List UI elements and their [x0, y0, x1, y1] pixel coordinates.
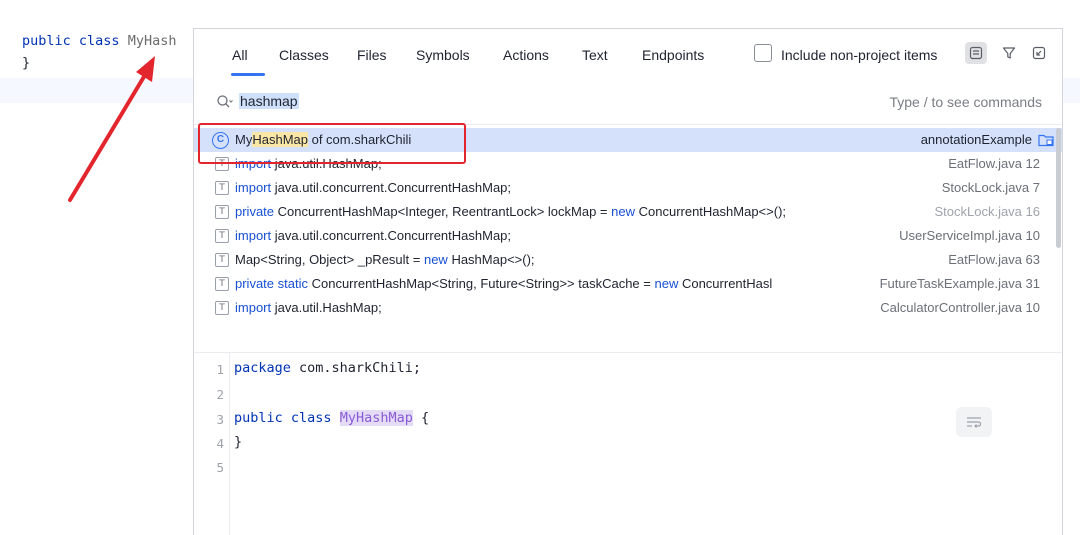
result-location: annotationExample	[920, 132, 1032, 147]
tab-text[interactable]: Text	[582, 47, 608, 63]
result-keyword: new	[611, 204, 635, 219]
result-code: java.util.concurrent.ConcurrentHashMap;	[271, 180, 512, 195]
result-row[interactable]: T import java.util.concurrent.Concurrent…	[194, 224, 1062, 248]
text-result-icon: T	[215, 277, 229, 291]
text-result-icon: T	[215, 301, 229, 315]
line-number: 4	[216, 436, 224, 451]
line-number: 5	[216, 460, 224, 475]
tab-actions[interactable]: Actions	[503, 47, 549, 63]
result-row[interactable]: T private static ConcurrentHashMap<Strin…	[194, 272, 1062, 296]
result-code: ConcurrentHashMap<Integer, ReentrantLock…	[274, 204, 612, 219]
result-text: private static ConcurrentHashMap<String,…	[235, 276, 857, 291]
result-location: FutureTaskExample.java 31	[879, 276, 1040, 291]
result-location: EatFlow.java 12	[948, 156, 1040, 171]
include-non-project-checkbox[interactable]	[754, 44, 772, 62]
search-bar: hashmap Type / to see commands	[194, 79, 1062, 125]
result-keyword: new	[423, 252, 448, 267]
editor-line-2[interactable]: }	[22, 55, 30, 71]
result-code: java.util.concurrent.ConcurrentHashMap;	[271, 228, 512, 243]
line-number-gutter: 1 2 3 4 5	[194, 353, 230, 535]
result-location: CalculatorController.java 10	[880, 300, 1040, 315]
result-location: UserServiceImpl.java 10	[899, 228, 1040, 243]
text-result-icon: T	[215, 253, 229, 267]
result-code: Map<String, Object> _pResult =	[235, 252, 424, 267]
text-result-icon: T	[215, 229, 229, 243]
result-text: import java.util.HashMap;	[235, 300, 855, 315]
search-input[interactable]: hashmap	[239, 93, 299, 109]
folder-icon	[1038, 133, 1054, 150]
tab-all[interactable]: All	[232, 47, 248, 63]
result-keyword: import	[235, 228, 272, 243]
result-row[interactable]: T private ConcurrentHashMap<Integer, Ree…	[194, 200, 1062, 224]
result-keyword: private	[235, 204, 275, 219]
collapse-icon[interactable]	[1028, 42, 1050, 64]
tab-symbols[interactable]: Symbols	[416, 47, 470, 63]
result-code: java.util.HashMap;	[271, 300, 382, 315]
code-preview: 1 2 3 4 5 package com.sharkChili; public…	[194, 352, 1062, 535]
preview-line-4[interactable]: }	[234, 434, 242, 450]
results-scrollbar[interactable]	[1054, 126, 1062, 351]
scroll-thumb[interactable]	[1056, 128, 1061, 248]
line-number: 3	[216, 412, 224, 427]
result-keyword: new	[654, 276, 679, 291]
line-number: 2	[216, 387, 224, 402]
search-hint: Type / to see commands	[889, 94, 1042, 110]
preview-code: com.sharkChili;	[290, 360, 421, 376]
soft-wrap-icon[interactable]	[956, 407, 992, 437]
result-keyword: import	[235, 180, 272, 195]
text-result-icon: T	[215, 181, 229, 195]
editor-class-name: MyHash	[127, 33, 177, 49]
result-code: ConcurrentHasl	[678, 276, 773, 291]
result-row[interactable]: T Map<String, Object> _pResult = new Has…	[194, 248, 1062, 272]
result-location: StockLock.java 16	[934, 204, 1040, 219]
result-location: StockLock.java 7	[941, 180, 1040, 195]
preview-icon[interactable]	[965, 42, 987, 64]
filter-icon[interactable]	[998, 42, 1020, 64]
result-code: HashMap<>();	[447, 252, 535, 267]
search-everywhere-popup: All Classes Files Symbols Actions Text E…	[193, 28, 1063, 535]
result-text: import java.util.concurrent.ConcurrentHa…	[235, 228, 855, 243]
result-code: ConcurrentHashMap<>();	[635, 204, 787, 219]
preview-line-3[interactable]: public class MyHashMap {	[234, 410, 429, 426]
preview-keyword: package	[234, 360, 291, 376]
result-row[interactable]: T import java.util.concurrent.Concurrent…	[194, 176, 1062, 200]
result-code: ConcurrentHashMap<String, Future<String>…	[307, 276, 655, 291]
preview-keyword: public class	[234, 410, 332, 426]
result-keyword: private static	[235, 276, 308, 291]
search-icon	[216, 94, 234, 110]
preview-line-1[interactable]: package com.sharkChili;	[234, 360, 421, 376]
result-location: EatFlow.java 63	[948, 252, 1040, 267]
editor-line-1[interactable]: public class MyHash	[22, 33, 176, 49]
active-tab-indicator	[231, 73, 265, 76]
result-text: import java.util.concurrent.ConcurrentHa…	[235, 180, 855, 195]
result-text: Map<String, Object> _pResult = new HashM…	[235, 252, 855, 267]
tab-classes[interactable]: Classes	[279, 47, 329, 63]
editor-keyword: public class	[22, 33, 120, 49]
preview-class-name: MyHashMap	[339, 410, 413, 426]
result-text: private ConcurrentHashMap<Integer, Reent…	[235, 204, 935, 219]
result-row[interactable]: T import java.util.HashMap; CalculatorCo…	[194, 296, 1062, 320]
tab-files[interactable]: Files	[357, 47, 387, 63]
preview-code: {	[412, 410, 430, 426]
line-number: 1	[216, 362, 224, 377]
result-keyword: import	[235, 300, 272, 315]
tab-bar: All Classes Files Symbols Actions Text E…	[194, 29, 1062, 79]
text-result-icon: T	[215, 205, 229, 219]
include-non-project-label[interactable]: Include non-project items	[781, 47, 937, 63]
tab-endpoints[interactable]: Endpoints	[642, 47, 704, 63]
annotation-highlight-box	[198, 123, 466, 164]
